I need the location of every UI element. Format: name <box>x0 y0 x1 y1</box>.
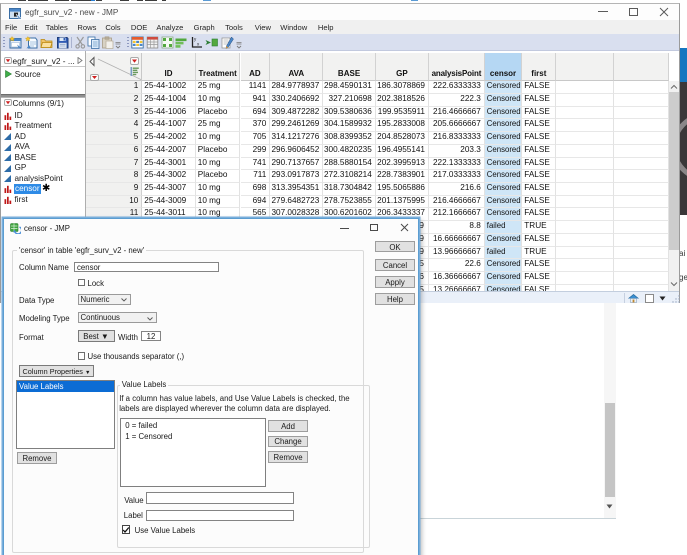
svg-text:x: x <box>197 42 200 47</box>
